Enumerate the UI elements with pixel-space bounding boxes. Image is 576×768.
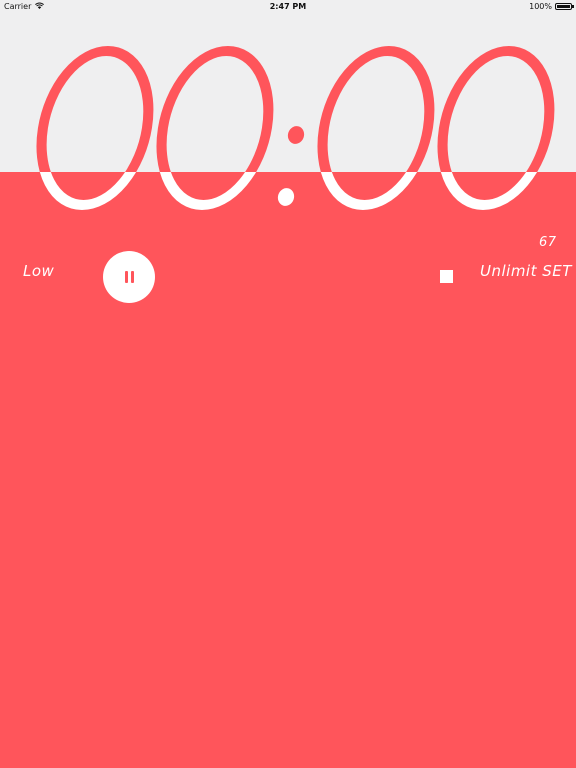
colon-dot-bottom: [277, 188, 295, 206]
stop-button[interactable]: [440, 270, 453, 283]
pause-button[interactable]: [103, 251, 155, 303]
set-label[interactable]: Unlimit SET: [480, 262, 572, 280]
pause-icon: [124, 271, 128, 283]
timer-display: [36, 46, 555, 210]
mode-label[interactable]: Low: [23, 262, 54, 280]
count-label: 67: [539, 235, 557, 250]
colon-dot-top: [287, 126, 305, 144]
